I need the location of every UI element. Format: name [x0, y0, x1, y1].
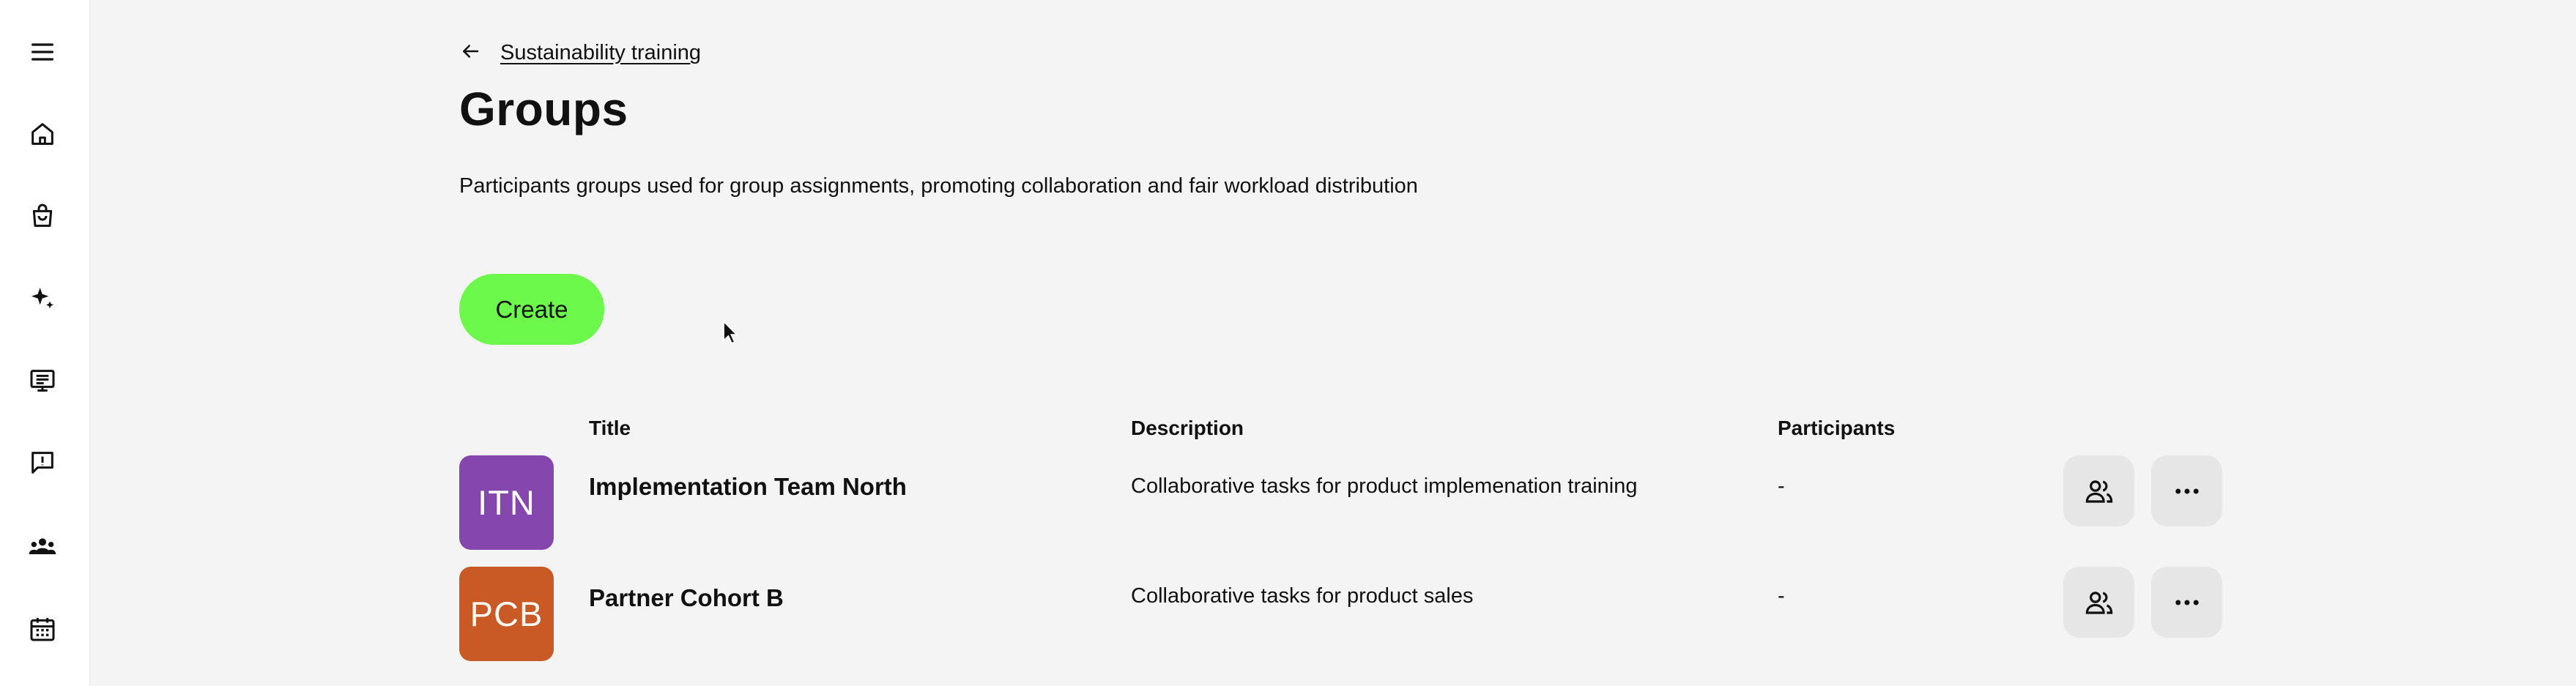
feedback-icon[interactable]: [27, 447, 58, 478]
column-header-participants: Participants: [1778, 417, 1896, 439]
group-title[interactable]: Partner Cohort B: [589, 584, 784, 612]
group-description: Collaborative tasks for product sales: [1131, 584, 1474, 608]
participants-icon: [2085, 480, 2112, 503]
sidebar: [0, 0, 90, 686]
sparkles-icon[interactable]: [27, 283, 58, 314]
participants-button[interactable]: [2063, 567, 2134, 638]
group-title[interactable]: Implementation Team North: [589, 473, 907, 501]
group-avatar: PCB: [459, 567, 554, 661]
page-description: Participants groups used for group assig…: [459, 174, 1418, 198]
menu-icon[interactable]: [27, 37, 58, 67]
arrow-left-icon[interactable]: [459, 40, 481, 66]
column-header-title: Title: [589, 417, 631, 439]
page-title: Groups: [459, 83, 628, 135]
column-header-description: Description: [1131, 417, 1244, 439]
table-row[interactable]: ITN Implementation Team North Collaborat…: [459, 455, 2305, 551]
home-icon[interactable]: [27, 119, 58, 149]
presentation-icon[interactable]: [27, 365, 58, 396]
participants-icon: [2085, 591, 2112, 614]
more-options-button[interactable]: [2151, 567, 2222, 638]
more-options-button[interactable]: [2151, 455, 2222, 526]
create-button[interactable]: Create: [459, 274, 604, 345]
breadcrumb: Sustainability training: [459, 40, 701, 66]
shopping-bag-icon[interactable]: [27, 201, 58, 231]
group-participants: -: [1778, 584, 1785, 608]
breadcrumb-link[interactable]: Sustainability training: [500, 41, 701, 65]
participants-button[interactable]: [2063, 455, 2134, 526]
group-description: Collaborative tasks for product implemen…: [1131, 474, 1638, 498]
table-row[interactable]: PCB Partner Cohort B Collaborative tasks…: [459, 567, 2305, 662]
group-avatar: ITN: [459, 455, 554, 550]
groups-icon[interactable]: [27, 532, 58, 562]
calendar-icon[interactable]: [27, 614, 58, 644]
more-icon: [2175, 488, 2199, 493]
mouse-cursor-icon: [723, 320, 738, 345]
main-content: Sustainability training Groups Participa…: [89, 0, 2576, 686]
group-participants: -: [1778, 474, 1785, 498]
more-icon: [2175, 600, 2199, 605]
